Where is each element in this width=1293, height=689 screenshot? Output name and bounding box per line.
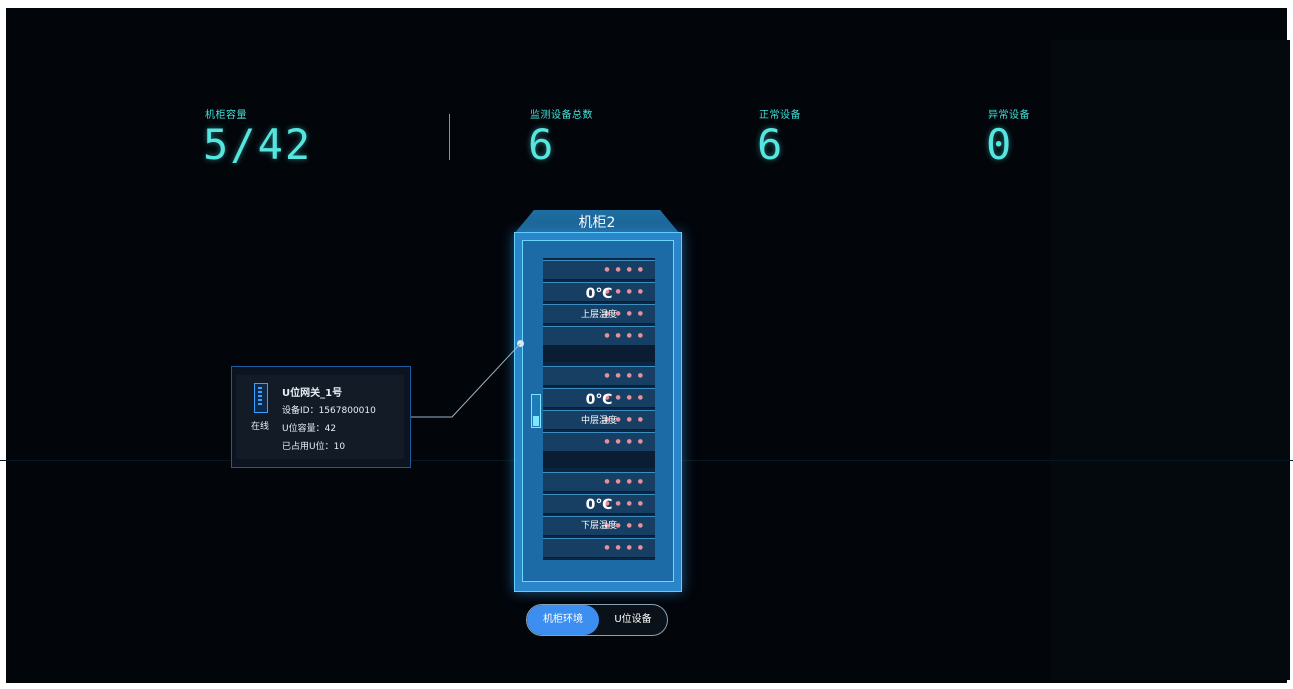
- cabinet-capacity-value: 5/42: [203, 120, 313, 169]
- cabinet-title: 机柜2: [578, 215, 616, 231]
- normal-devices-value: 6: [757, 120, 785, 169]
- rack-empty-slot: [543, 346, 655, 362]
- status-dots-icon: ● ● ● ●: [604, 438, 645, 445]
- background-side-panel: [1050, 40, 1290, 680]
- view-toggle: 机柜环境 U位设备: [526, 604, 668, 636]
- rack-unit[interactable]: ● ● ● ●: [543, 326, 655, 346]
- gateway-capacity: U位容量：42: [282, 424, 337, 434]
- gateway-device-id: 设备ID：1567800010: [282, 406, 376, 416]
- abnormal-devices-label: 异常设备: [988, 110, 1030, 121]
- toggle-u-devices[interactable]: U位设备: [599, 605, 667, 635]
- status-dots-icon: ● ● ● ●: [604, 266, 645, 273]
- upper-temperature-value: 0℃: [585, 286, 613, 302]
- rack-unit[interactable]: ● ● ● ●: [543, 432, 655, 452]
- cabinet-door-handle[interactable]: [531, 394, 541, 428]
- abnormal-devices-value: 0: [986, 120, 1014, 169]
- upper-temperature-label: 上层温度: [580, 310, 617, 320]
- middle-temperature-label: 中层温度: [580, 416, 617, 426]
- rack-unit[interactable]: ● ● ● ●: [543, 260, 655, 280]
- gateway-title: U位网关_1号: [282, 388, 343, 399]
- lower-temperature-label: 下层温度: [580, 521, 617, 531]
- gateway-status: 在线: [251, 422, 270, 432]
- rack-empty-slot: [543, 452, 655, 468]
- status-dots-icon: ● ● ● ●: [604, 332, 645, 339]
- middle-temperature-value: 0℃: [585, 392, 613, 408]
- rack-unit[interactable]: ● ● ● ●: [543, 538, 655, 558]
- monitored-total-label: 监测设备总数: [530, 110, 593, 121]
- gateway-device-icon: [254, 383, 268, 413]
- status-dots-icon: ● ● ● ●: [604, 544, 645, 551]
- normal-devices-label: 正常设备: [759, 110, 801, 121]
- rack-unit[interactable]: ● ● ● ●: [543, 366, 655, 386]
- status-dots-icon: ● ● ● ●: [604, 478, 645, 485]
- rack-unit[interactable]: ● ● ● ●: [543, 472, 655, 492]
- gateway-anchor-dot[interactable]: [517, 340, 524, 347]
- gateway-used-slots: 已占用U位：10: [282, 442, 346, 452]
- status-dots-icon: ● ● ● ●: [604, 372, 645, 379]
- cabinet-capacity-label: 机柜容量: [205, 110, 247, 121]
- monitored-total-value: 6: [528, 120, 556, 169]
- lower-temperature-value: 0℃: [585, 497, 613, 513]
- stats-divider: [449, 114, 450, 160]
- toggle-cabinet-environment[interactable]: 机柜环境: [527, 605, 599, 635]
